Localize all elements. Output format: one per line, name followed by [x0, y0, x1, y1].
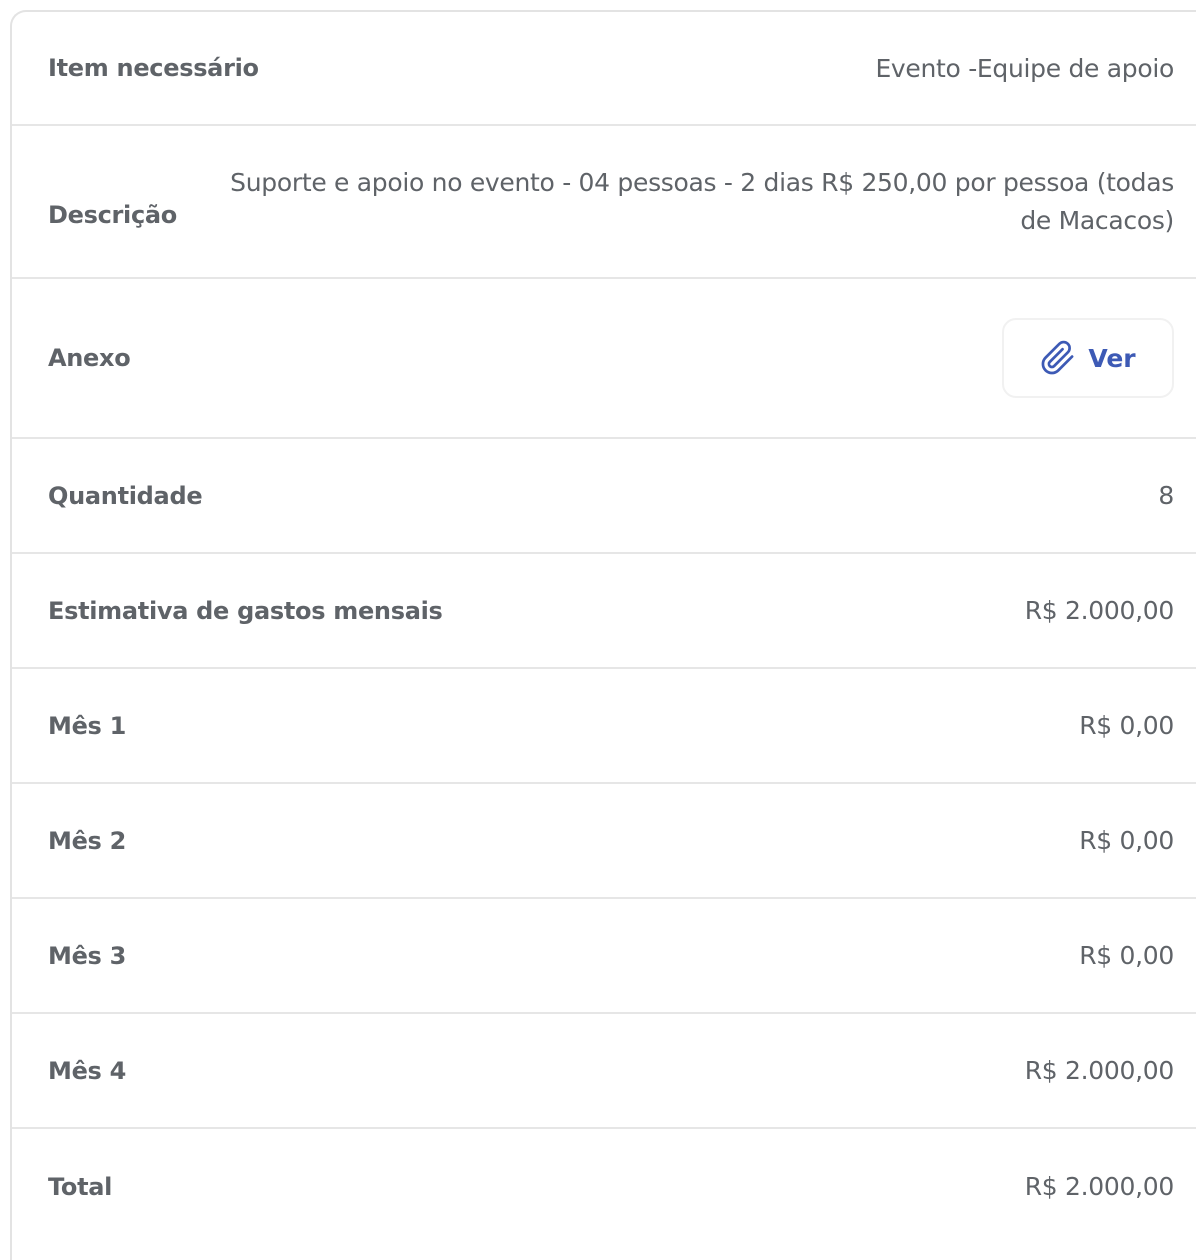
- descricao-value: Suporte e apoio no evento - 04 pessoas -…: [230, 167, 1174, 235]
- estimativa-value: R$ 2.000,00: [1024, 596, 1175, 625]
- row-mes-3: Mês 3 R$ 0,00: [12, 899, 1196, 1014]
- estimativa-label: Estimativa de gastos mensais: [48, 596, 443, 625]
- row-estimativa: Estimativa de gastos mensais R$ 2.000,00: [12, 554, 1196, 669]
- mes-4-label: Mês 4: [48, 1056, 127, 1085]
- mes-4-value: R$ 2.000,00: [1024, 1056, 1175, 1085]
- row-item-necessario: Item necessário Evento -Equipe de apoio: [12, 12, 1196, 126]
- mes-3-value: R$ 0,00: [1079, 941, 1174, 970]
- descricao-label: Descrição: [48, 200, 177, 229]
- item-necessario-label: Item necessário: [48, 54, 259, 82]
- mes-2-label: Mês 2: [48, 826, 127, 855]
- mes-2-value: R$ 0,00: [1079, 826, 1174, 855]
- quantidade-label: Quantidade: [48, 481, 203, 510]
- row-total: Total R$ 2.000,00: [12, 1129, 1196, 1244]
- row-mes-1: Mês 1 R$ 0,00: [12, 669, 1196, 784]
- ver-attachment-button[interactable]: Ver: [1002, 318, 1174, 398]
- row-mes-4: Mês 4 R$ 2.000,00: [12, 1014, 1196, 1129]
- total-label: Total: [48, 1172, 113, 1201]
- details-card: Item necessário Evento -Equipe de apoio …: [10, 10, 1196, 1260]
- quantidade-value: 8: [1158, 481, 1174, 510]
- paperclip-icon: [1040, 340, 1076, 376]
- anexo-label: Anexo: [48, 344, 131, 372]
- mes-3-label: Mês 3: [48, 941, 127, 970]
- row-quantidade: Quantidade 8: [12, 439, 1196, 554]
- mes-1-label: Mês 1: [48, 711, 127, 740]
- row-anexo: Anexo Ver: [12, 279, 1196, 439]
- row-descricao: Descrição Suporte e apoio no evento - 04…: [12, 126, 1196, 279]
- mes-1-value: R$ 0,00: [1079, 711, 1174, 740]
- item-necessario-value: Evento -Equipe de apoio: [875, 53, 1174, 83]
- total-value: R$ 2.000,00: [1024, 1172, 1175, 1201]
- row-mes-2: Mês 2 R$ 0,00: [12, 784, 1196, 899]
- ver-button-label: Ver: [1088, 343, 1136, 373]
